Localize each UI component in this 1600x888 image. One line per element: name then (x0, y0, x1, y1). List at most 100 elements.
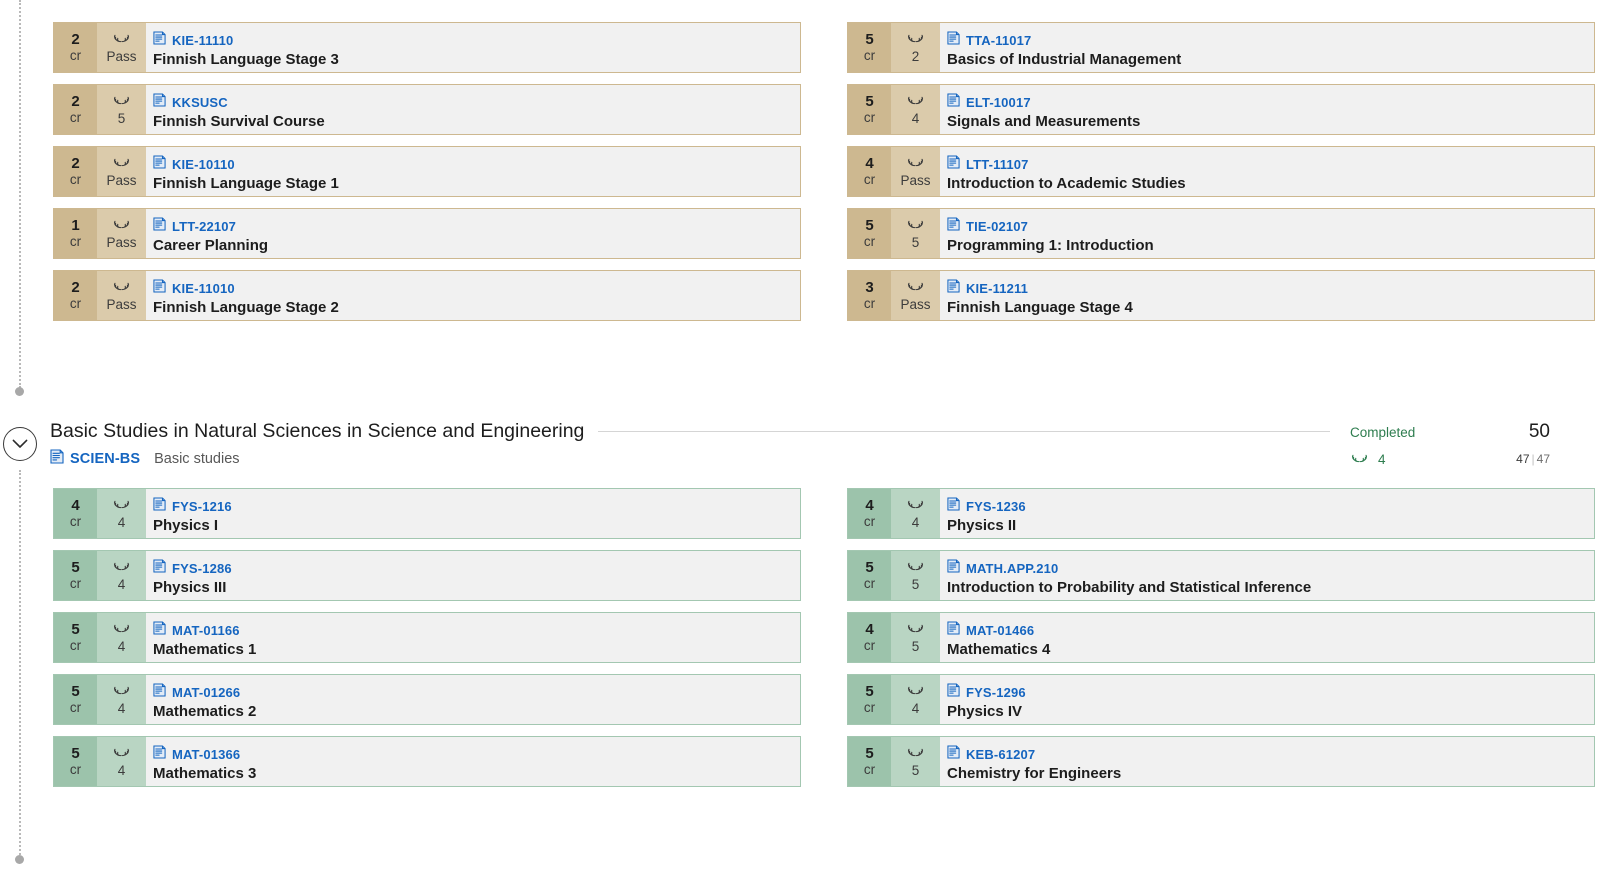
timeline-node-lower (15, 855, 24, 864)
course-card[interactable]: 5 cr 4 FYS-1286 Physics III (53, 550, 801, 601)
course-card[interactable]: 4 cr Pass LTT-11107 Introduction to Academic… (847, 146, 1595, 197)
document-icon (947, 279, 960, 298)
course-code-link[interactable]: KIE-11211 (947, 279, 1594, 298)
course-code-link[interactable]: MAT-01166 (153, 621, 800, 640)
group-code-link[interactable]: SCIEN-BS (50, 449, 140, 469)
course-name: Introduction to Probability and Statisti… (947, 579, 1312, 596)
laurel-wreath-icon (906, 496, 925, 514)
laurel-wreath-icon (112, 216, 131, 234)
course-name: Physics IV (947, 703, 1023, 720)
course-code-link[interactable]: LTT-11107 (947, 155, 1594, 174)
laurel-wreath-icon (906, 558, 925, 576)
course-code-link[interactable]: FYS-1296 (947, 683, 1594, 702)
course-grade-value: 5 (911, 639, 920, 655)
course-credit-unit: cr (69, 48, 82, 64)
course-card[interactable]: 3 cr Pass KIE-11211 Finnish Language Stage 4 (847, 270, 1595, 321)
course-credits: 5 cr (848, 85, 891, 134)
document-icon (153, 217, 166, 236)
course-credit-unit: cr (69, 762, 82, 778)
course-card[interactable]: 2 cr Pass KIE-11010 Finnish Language Stage 2 (53, 270, 801, 321)
course-grade-value: Pass (106, 49, 137, 65)
course-grade-value: 4 (117, 763, 126, 779)
course-credits: 5 cr (848, 209, 891, 258)
course-details: ELT-10017 Signals and Measurements (940, 85, 1594, 134)
course-code-link[interactable]: KIE-11010 (153, 279, 800, 298)
course-grade: Pass (97, 147, 146, 196)
group-title: Basic Studies in Natural Sciences in Sci… (50, 420, 585, 442)
course-card[interactable]: 5 cr 5 TIE-02107 Programming 1: Introduction (847, 208, 1595, 259)
course-code-link[interactable]: FYS-1216 (153, 497, 800, 516)
course-code-link[interactable]: FYS-1236 (947, 497, 1594, 516)
course-card[interactable]: 4 cr 4 FYS-1216 Physics I (53, 488, 801, 539)
course-details: FYS-1236 Physics II (940, 489, 1594, 538)
course-code-link[interactable]: MAT-01266 (153, 683, 800, 702)
course-grade-value: 4 (117, 701, 126, 717)
course-code-link[interactable]: TTA-11017 (947, 31, 1594, 50)
course-code: FYS-1236 (966, 499, 1026, 514)
document-icon (153, 497, 166, 516)
course-card[interactable]: 5 cr 5 KEB-61207 Chemistry for Engineers (847, 736, 1595, 787)
course-code-link[interactable]: KEB-61207 (947, 745, 1594, 764)
course-card[interactable]: 5 cr 4 MAT-01366 Mathematics 3 (53, 736, 801, 787)
document-icon (153, 745, 166, 764)
course-grade-value: 4 (117, 577, 126, 593)
course-card[interactable]: 5 cr 4 ELT-10017 Signals and Measurements (847, 84, 1595, 135)
timeline-node-upper (15, 387, 24, 396)
course-credit-value: 2 (71, 30, 80, 48)
course-grade: Pass (97, 23, 146, 72)
course-code: FYS-1296 (966, 685, 1026, 700)
course-credit-unit: cr (69, 576, 82, 592)
course-credits: 5 cr (54, 737, 97, 786)
course-card[interactable]: 5 cr 4 MAT-01266 Mathematics 2 (53, 674, 801, 725)
course-card[interactable]: 2 cr Pass KIE-11110 Finnish Language Stage 3 (53, 22, 801, 73)
course-grade: 5 (891, 737, 940, 786)
laurel-wreath-icon (906, 92, 925, 110)
course-code-link[interactable]: FYS-1286 (153, 559, 800, 578)
course-details: LTT-11107 Introduction to Academic Studie… (940, 147, 1594, 196)
course-card[interactable]: 5 cr 2 TTA-11017 Basics of Industrial Manage… (847, 22, 1595, 73)
course-name: Mathematics 3 (153, 765, 257, 782)
course-code: KIE-11010 (172, 281, 235, 296)
course-code-link[interactable]: ELT-10017 (947, 93, 1594, 112)
course-details: LTT-22107 Career Planning (146, 209, 800, 258)
course-card[interactable]: 2 cr Pass KIE-10110 Finnish Language Stage 1 (53, 146, 801, 197)
course-code-link[interactable]: KIE-10110 (153, 155, 800, 174)
group-total-credits: 50 (1528, 421, 1550, 442)
course-code-link[interactable]: KIE-11110 (153, 31, 800, 50)
course-code-link[interactable]: LTT-22107 (153, 217, 800, 236)
course-code-link[interactable]: TIE-02107 (947, 217, 1594, 236)
course-name: Finnish Language Stage 3 (153, 51, 339, 68)
course-credits: 4 cr (848, 489, 891, 538)
course-credits: 2 cr (54, 23, 97, 72)
group-status-badge: Completed (1350, 425, 1416, 440)
course-name: Mathematics 1 (153, 641, 257, 658)
course-code-link[interactable]: MATH.APP.210 (947, 559, 1594, 578)
course-code-link[interactable]: MAT-01366 (153, 745, 800, 764)
course-code: MAT-01466 (966, 623, 1035, 638)
laurel-wreath-icon (112, 30, 131, 48)
course-card[interactable]: 4 cr 5 MAT-01466 Mathematics 4 (847, 612, 1595, 663)
course-credit-unit: cr (863, 172, 876, 188)
laurel-wreath-icon (112, 620, 131, 638)
course-card[interactable]: 5 cr 4 FYS-1296 Physics IV (847, 674, 1595, 725)
group-title-row: Basic Studies in Natural Sciences in Sci… (50, 420, 1550, 443)
laurel-wreath-icon (1350, 450, 1369, 468)
group-collapse-toggle[interactable] (3, 427, 37, 461)
course-credit-unit: cr (863, 700, 876, 716)
course-code-link[interactable]: MAT-01466 (947, 621, 1594, 640)
course-code-link[interactable]: KKSUSC (153, 93, 800, 112)
course-grade: Pass (97, 209, 146, 258)
course-card[interactable]: 4 cr 4 FYS-1236 Physics II (847, 488, 1595, 539)
course-card[interactable]: 1 cr Pass LTT-22107 Career Planning (53, 208, 801, 259)
course-card[interactable]: 2 cr 5 KKSUSC Finnish Survival Course (53, 84, 801, 135)
course-credit-value: 5 (71, 682, 80, 700)
course-code: MAT-01366 (172, 747, 241, 762)
course-details: MATH.APP.210 Introduction to Probability … (940, 551, 1594, 600)
course-card[interactable]: 5 cr 5 MATH.APP.210 Introduction to Probabil… (847, 550, 1595, 601)
course-credit-value: 4 (865, 496, 874, 514)
course-code: FYS-1216 (172, 499, 232, 514)
course-credit-unit: cr (69, 638, 82, 654)
course-card[interactable]: 5 cr 4 MAT-01166 Mathematics 1 (53, 612, 801, 663)
laurel-wreath-icon (112, 682, 131, 700)
course-name: Physics III (153, 579, 227, 596)
